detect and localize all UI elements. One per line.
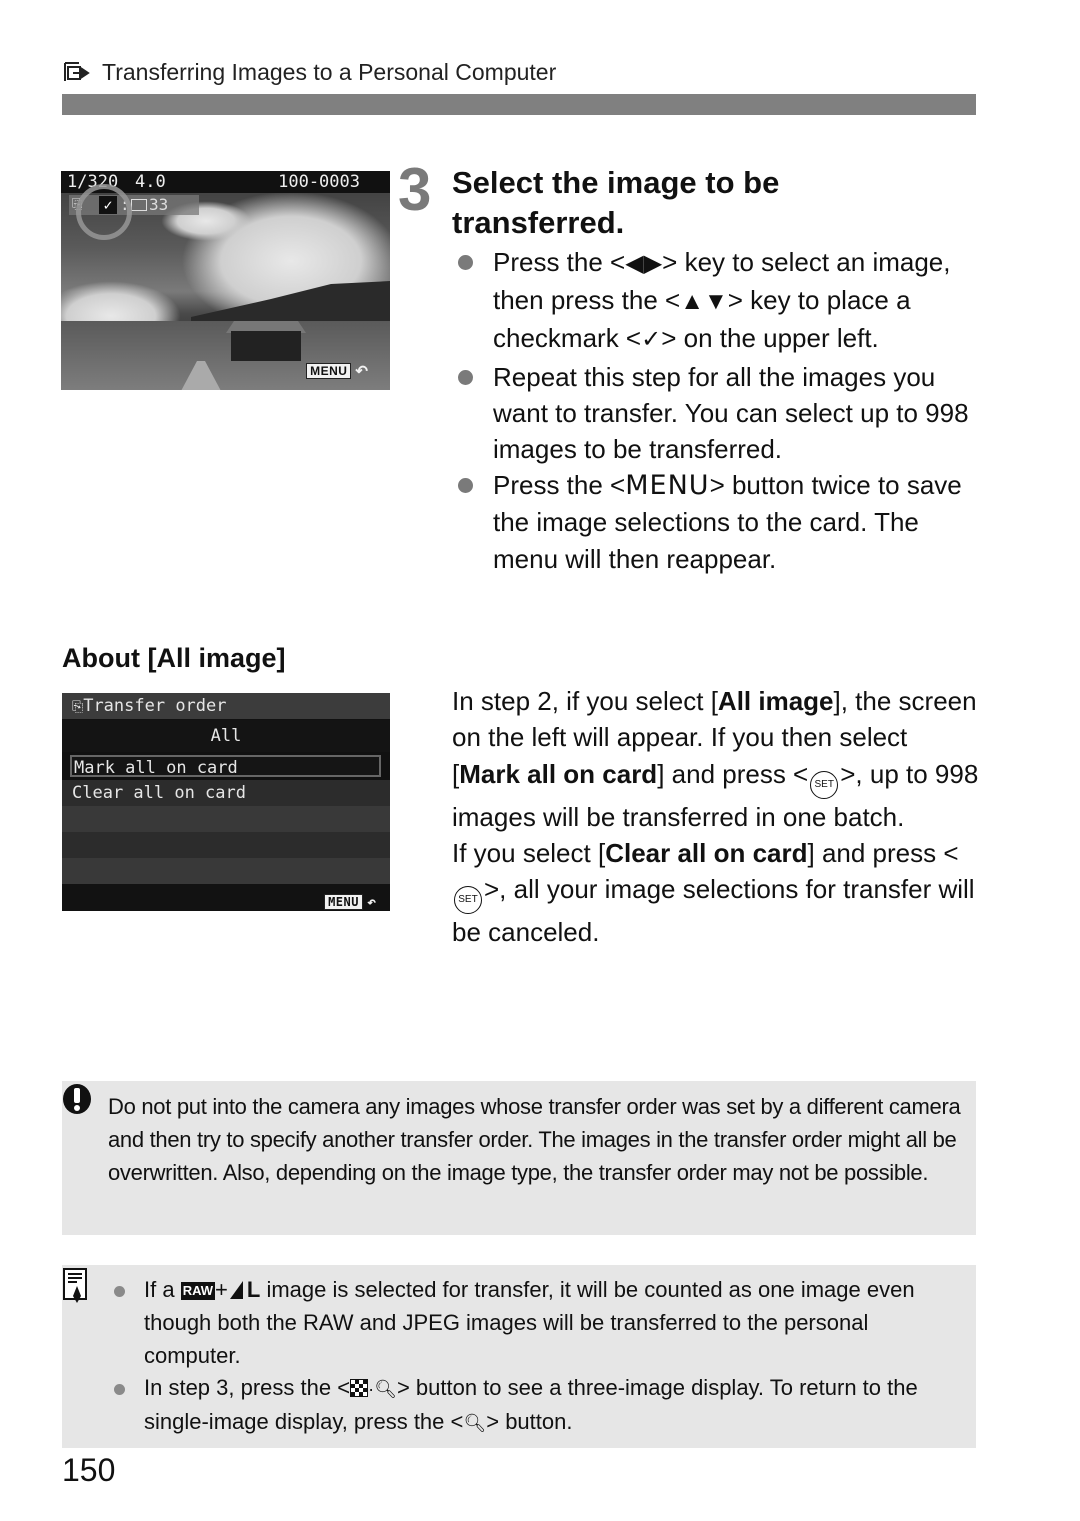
instruction-item: Press the <MENU> button twice to save th… — [455, 467, 985, 577]
menu-title-row: ⎘Transfer order — [62, 693, 390, 719]
raw-icon: RAW — [180, 1282, 216, 1300]
bullet-dot — [114, 1286, 125, 1297]
return-icon: ↶ — [366, 893, 376, 911]
menu-footer-row: MENU ↶ — [62, 884, 390, 911]
text: If a — [144, 1277, 181, 1302]
step-number: 3 — [398, 156, 432, 223]
highlight-circle — [76, 184, 132, 240]
menu-title: Transfer order — [83, 696, 227, 716]
return-icon: ↶ — [355, 363, 368, 380]
aperture-value: 4.0 — [135, 172, 166, 192]
text: > on the upper left. — [661, 323, 879, 354]
menu-empty-row — [62, 806, 390, 832]
checkmark-icon: ✓ — [641, 326, 662, 354]
transfer-count-value: 33 — [149, 195, 169, 214]
menu-return-button: MENU ↶ — [324, 889, 376, 915]
image-count-icon — [131, 199, 147, 211]
text: Press the < — [493, 470, 626, 501]
menu-return-button: MENU ↶ — [306, 362, 368, 380]
bullet-dot — [114, 1384, 125, 1396]
header-divider-bar — [62, 94, 976, 115]
caution-icon — [62, 1083, 92, 1115]
text: image is selected for transfer, it will … — [144, 1277, 915, 1368]
transfer-order-menu-screen: ⎘Transfer order All Mark all on card Cle… — [62, 693, 390, 911]
menu-option-clear-all: Clear all on card — [62, 780, 390, 806]
note-item: If a RAW+ L image is selected for transfe… — [112, 1274, 962, 1372]
caution-box: Do not put into the camera any images wh… — [62, 1081, 976, 1235]
menu-label: MENU — [324, 894, 363, 910]
menu-button-icon: MENU — [625, 470, 710, 502]
paragraph: If you select [Clear all on card] and pr… — [452, 835, 982, 951]
text: > button. — [486, 1409, 573, 1435]
left-right-key-icon: ◀▶ — [625, 250, 663, 277]
file-number: 100-0003 — [278, 172, 360, 192]
note-item: In step 3, press the < ·🔍︎> button to see… — [112, 1372, 962, 1440]
step-instructions: Press the <◀▶> key to select an image, t… — [455, 244, 985, 577]
menu-option-mark-all: Mark all on card — [70, 755, 381, 778]
step-title: Select the image to be transferred. — [452, 165, 780, 240]
zoom-out-icon: ·🔍︎ — [368, 1379, 397, 1400]
camera-playback-screen: 1/320 4.0 100-0003 ⎘ ✓ : 33 MENU ↶ — [61, 171, 390, 390]
bullet-dot — [458, 369, 473, 385]
caution-text: Do not put into the camera any images wh… — [108, 1094, 961, 1185]
quality-large-label: L — [246, 1277, 261, 1302]
text: ] and press < — [807, 837, 959, 868]
text: >, all your image selections for transfe… — [452, 874, 975, 948]
text: + — [215, 1277, 228, 1302]
text: Press the < — [493, 247, 626, 277]
quality-fine-icon — [229, 1281, 243, 1299]
section-title: Transferring Images to a Personal Comput… — [102, 58, 557, 85]
page-number: 150 — [62, 1452, 116, 1488]
transfer-count: 33 — [131, 195, 168, 215]
menu-empty-row — [62, 832, 390, 858]
note-list: If a RAW+ L image is selected for transfe… — [112, 1274, 962, 1440]
text: Repeat this step for all the images you … — [493, 361, 969, 465]
about-all-image-heading: About [All image] — [62, 643, 286, 673]
instruction-item: Repeat this step for all the images you … — [455, 359, 985, 468]
up-down-key-icon: ▲▼ — [680, 288, 728, 316]
note-icon — [63, 1268, 87, 1304]
set-button-icon: SET — [454, 886, 482, 915]
menu-label: MENU — [306, 363, 352, 379]
set-button-icon: SET — [810, 770, 839, 799]
index-icon — [350, 1379, 369, 1398]
bullet-dot — [458, 478, 473, 494]
instruction-item: Press the <◀▶> key to select an image, t… — [455, 244, 985, 359]
section-header: Transferring Images to a Personal Comput… — [64, 56, 556, 88]
menu-value-row: All — [62, 720, 390, 752]
text: ] and press < — [657, 758, 809, 789]
hut-image — [231, 331, 301, 361]
note-box: If a RAW+ L image is selected for transfe… — [62, 1265, 976, 1448]
text: If you select [ — [452, 837, 606, 868]
bullet-dot — [458, 255, 473, 270]
about-explanation: In step 2, if you select [All image], th… — [452, 683, 982, 950]
menu-empty-row — [62, 858, 390, 884]
paragraph: In step 2, if you select [All image], th… — [452, 683, 982, 835]
bold-text: All image — [717, 686, 834, 716]
transfer-order-icon: ⎘ — [72, 699, 84, 715]
text: In step 3, press the < — [144, 1375, 351, 1401]
text: In step 2, if you select [ — [452, 686, 718, 716]
zoom-in-icon: 🔍︎ — [463, 1413, 487, 1434]
bold-text: Clear all on card — [605, 837, 808, 868]
transfer-icon — [64, 61, 92, 83]
bold-text: Mark all on card — [459, 758, 658, 789]
